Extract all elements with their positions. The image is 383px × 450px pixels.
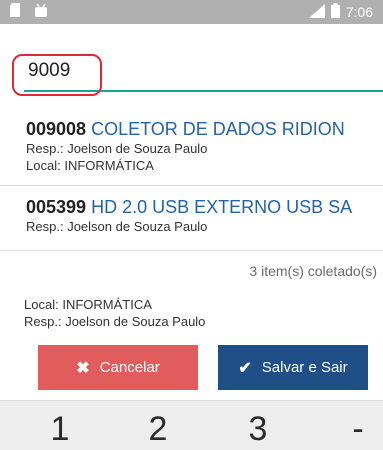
- check-icon: ✔: [238, 359, 252, 377]
- item-local: Local: INFORMÁTICA: [26, 157, 376, 174]
- signal-icon: [308, 3, 325, 21]
- footer-resp: Resp.: Joelson de Souza Paulo: [24, 313, 205, 330]
- local-label: Local:: [26, 158, 61, 173]
- item-name: COLETOR DE DADOS RIDION: [91, 119, 345, 139]
- divider: [0, 250, 383, 251]
- item-title: 009008 COLETOR DE DADOS RIDION: [26, 118, 376, 140]
- search-input[interactable]: [24, 52, 383, 92]
- android-icon: [34, 3, 48, 22]
- footer-local-label: Local:: [24, 297, 59, 312]
- item-code: 009008: [26, 119, 87, 139]
- resp-label: Resp.:: [26, 219, 64, 234]
- footer-resp-label: Resp.:: [24, 314, 62, 329]
- local-value: INFORMÁTICA: [64, 158, 154, 173]
- footer-resp-value: Joelson de Souza Paulo: [65, 314, 206, 329]
- collected-count: 3 item(s) coletado(s): [249, 263, 377, 279]
- battery-icon: [330, 3, 340, 21]
- list-item[interactable]: 009008 COLETOR DE DADOS RIDION Resp.: Jo…: [26, 118, 376, 174]
- search-area: [0, 52, 383, 102]
- cancel-label: Cancelar: [99, 359, 160, 376]
- key-3[interactable]: 3: [238, 409, 278, 449]
- footer-local: Local: INFORMÁTICA: [24, 296, 205, 313]
- item-resp: Resp.: Joelson de Souza Paulo: [26, 140, 376, 157]
- status-right: 7:06: [308, 3, 373, 21]
- resp-label: Resp.:: [26, 141, 64, 156]
- save-label: Salvar e Sair: [261, 359, 348, 376]
- resp-value: Joelson de Souza Paulo: [67, 141, 208, 156]
- save-and-exit-button[interactable]: ✔ Salvar e Sair: [218, 345, 368, 390]
- resp-value: Joelson de Souza Paulo: [67, 219, 208, 234]
- cancel-button[interactable]: ✖ Cancelar: [38, 345, 198, 390]
- key-2[interactable]: 2: [138, 409, 178, 449]
- item-name: HD 2.0 USB EXTERNO USB SA: [91, 197, 353, 217]
- list-item[interactable]: 005399 HD 2.0 USB EXTERNO USB SA Resp.: …: [26, 196, 376, 235]
- item-title: 005399 HD 2.0 USB EXTERNO USB SA: [26, 196, 376, 218]
- status-time: 7:06: [345, 4, 373, 20]
- footer-info: Local: INFORMÁTICA Resp.: Joelson de Sou…: [24, 296, 205, 330]
- status-bar: 7:06: [0, 0, 383, 24]
- divider: [0, 185, 383, 186]
- key-1[interactable]: 1: [40, 409, 80, 449]
- close-icon: ✖: [76, 359, 90, 377]
- footer-local-value: INFORMÁTICA: [62, 297, 152, 312]
- numeric-keyboard: 1 2 3 -: [0, 400, 383, 450]
- item-resp: Resp.: Joelson de Souza Paulo: [26, 218, 376, 235]
- key-minus[interactable]: -: [338, 409, 378, 449]
- sd-card-icon: [10, 2, 22, 22]
- item-code: 005399: [26, 197, 87, 217]
